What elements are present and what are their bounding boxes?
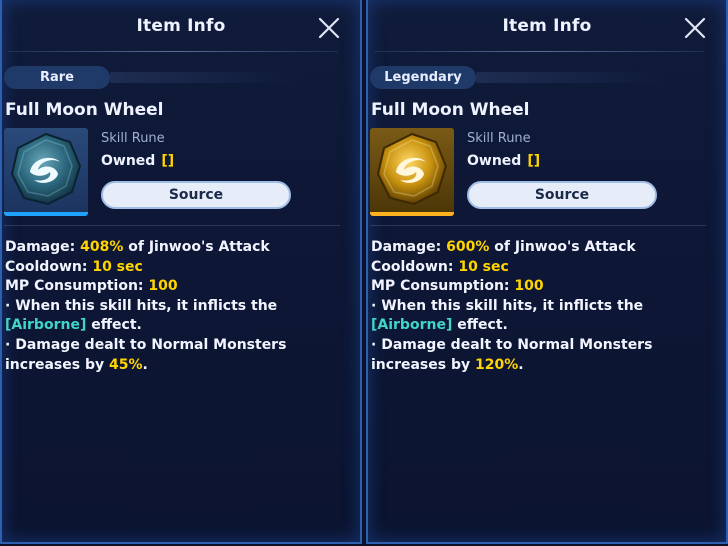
cooldown-line: Cooldown: 10 sec (5, 258, 354, 278)
grade-badge: Legendary (370, 66, 476, 89)
effect-line-2: [Airborne] effect. (371, 316, 720, 336)
grade-strip (476, 72, 666, 83)
mp-label: MP Consumption: (371, 278, 515, 295)
skill-description: Damage: 600% of Jinwoo's Attack Cooldown… (371, 238, 720, 375)
skill-description: Damage: 408% of Jinwoo's Attack Cooldown… (5, 238, 354, 375)
source-button[interactable]: Source (467, 181, 657, 209)
grade-badge: Rare (4, 66, 110, 89)
mp-line: MP Consumption: 100 (371, 277, 720, 297)
mp-value: 100 (148, 278, 178, 295)
section-divider (4, 225, 340, 226)
item-info-panel-rare: Item Info Rare Full Moon Wheel Skill Run… (0, 0, 362, 544)
bonus-prefix: increases by (5, 356, 109, 373)
grade-strip (110, 72, 300, 83)
bonus-value: 120% (474, 356, 519, 373)
cooldown-value: 10 sec (92, 258, 143, 275)
owned-row: Owned [] (101, 153, 174, 169)
bonus-suffix: . (142, 356, 148, 373)
panel-header: Item Info (368, 0, 726, 52)
rune-gem-icon (376, 132, 448, 206)
mp-line: MP Consumption: 100 (5, 277, 354, 297)
cooldown-label: Cooldown: (5, 258, 93, 275)
cooldown-value: 10 sec (458, 258, 509, 275)
close-icon[interactable] (684, 17, 706, 39)
airborne-tag: [Airborne] (5, 317, 87, 334)
item-icon-frame (4, 128, 88, 216)
item-icon-frame (370, 128, 454, 216)
rune-gem-icon (10, 132, 82, 206)
owned-count: [] (161, 153, 175, 169)
header-divider (8, 51, 338, 52)
damage-value: 408% (80, 239, 124, 255)
bonus-suffix: . (518, 356, 524, 373)
owned-count: [] (527, 153, 541, 169)
damage-label: Damage: (5, 239, 81, 255)
damage-value: 600% (446, 239, 490, 255)
item-info-panel-legendary: Item Info Legendary Full Moon Wheel Skil… (366, 0, 728, 544)
damage-line: Damage: 600% of Jinwoo's Attack (371, 238, 720, 258)
bonus-line-1: · Damage dealt to Normal Monsters (371, 336, 653, 353)
source-button[interactable]: Source (101, 181, 291, 209)
item-type-label: Skill Rune (467, 131, 531, 146)
damage-label: Damage: (371, 239, 447, 255)
panel-header: Item Info (2, 0, 360, 52)
section-divider (370, 225, 706, 226)
bonus-value: 45% (108, 356, 143, 373)
bonus-line-1: · Damage dealt to Normal Monsters (5, 336, 287, 353)
owned-label: Owned (467, 153, 522, 169)
effect-suffix: effect. (452, 317, 508, 334)
header-divider (374, 51, 704, 52)
close-icon[interactable] (318, 17, 340, 39)
bonus-line-2: increases by 45%. (5, 356, 354, 376)
close-button[interactable] (318, 17, 340, 39)
bonus-line-2: increases by 120%. (371, 356, 720, 376)
damage-suffix: of Jinwoo's Attack (489, 239, 636, 255)
panel-title: Item Info (136, 16, 226, 36)
effect-suffix: effect. (86, 317, 142, 334)
item-name: Full Moon Wheel (371, 100, 530, 120)
bonus-prefix: increases by (371, 356, 475, 373)
item-name: Full Moon Wheel (5, 100, 164, 120)
owned-label: Owned (101, 153, 156, 169)
cooldown-line: Cooldown: 10 sec (371, 258, 720, 278)
panel-title: Item Info (502, 16, 592, 36)
mp-value: 100 (514, 278, 544, 295)
close-button[interactable] (684, 17, 706, 39)
effect-line-1: · When this skill hits, it inflicts the (5, 297, 278, 314)
effect-line-1: · When this skill hits, it inflicts the (371, 297, 644, 314)
damage-suffix: of Jinwoo's Attack (123, 239, 270, 255)
damage-line: Damage: 408% of Jinwoo's Attack (5, 238, 354, 258)
cooldown-label: Cooldown: (371, 258, 459, 275)
effect-line-2: [Airborne] effect. (5, 316, 354, 336)
owned-row: Owned [] (467, 153, 540, 169)
airborne-tag: [Airborne] (371, 317, 453, 334)
mp-label: MP Consumption: (5, 278, 149, 295)
item-type-label: Skill Rune (101, 131, 165, 146)
